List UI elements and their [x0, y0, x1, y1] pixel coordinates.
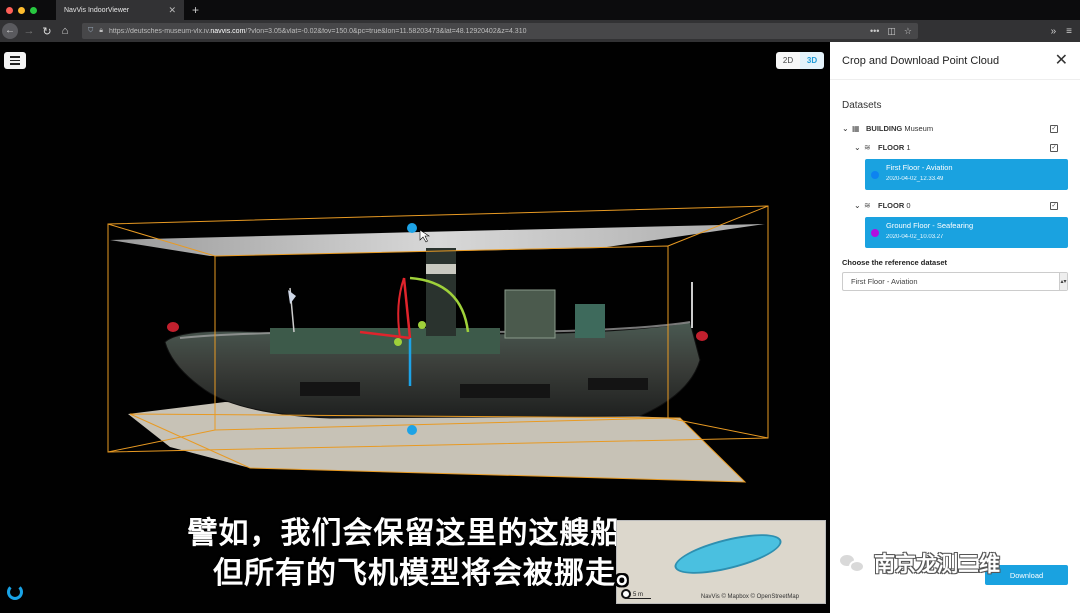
browser-tab-bar: NavVis IndoorViewer ✕ + [0, 0, 1080, 20]
loading-spinner-icon [7, 584, 23, 600]
more-icon[interactable]: ••• [870, 26, 879, 37]
floor-0-checkbox[interactable]: ✓ [1050, 201, 1058, 210]
dataset-card-first-floor[interactable]: First Floor - Aviation 2020-04-02_12.33.… [865, 159, 1068, 190]
reference-dataset-label: Choose the reference dataset [842, 258, 948, 267]
bridge-structure [504, 289, 556, 339]
url-text: https://deutsches-museum-vlx.iv.navvis.c… [108, 27, 527, 35]
building-tag: BUILDING [866, 124, 903, 133]
floor-1-checkbox[interactable]: ✓ [1050, 143, 1058, 152]
wechat-logo-icon [838, 551, 868, 575]
floor-number: 0 [906, 201, 911, 210]
view-mode-toggle: 2D 3D [776, 52, 824, 69]
minimap-attribution: NavVis © Mapbox © OpenStreetMap [700, 594, 799, 600]
window-controls [0, 6, 56, 14]
floor-tag: FLOOR [878, 143, 905, 152]
building-icon: ▦ [852, 124, 860, 133]
overflow-chevron-icon[interactable]: » [1051, 26, 1057, 37]
floor-row-0[interactable]: ⌄ ≋ FLOOR 0 ✓ [830, 196, 1080, 215]
mode-3d-button[interactable]: 3D [800, 52, 824, 69]
hull-windows [300, 382, 360, 396]
floor-number: 1 [906, 143, 911, 152]
crop-download-panel: Crop and Download Point Cloud ✕ Datasets… [830, 42, 1080, 613]
close-tab-icon[interactable]: ✕ [168, 5, 176, 16]
close-window-button[interactable] [6, 6, 13, 14]
lock-icon[interactable]: 🔒︎ [99, 27, 103, 35]
browser-nav-bar: ← → ↻ ⌂ ⛉ 🔒︎ https://deutsches-museum-vl… [0, 20, 1080, 42]
select-arrow-icon[interactable]: ▴▾ [1059, 273, 1067, 290]
forward-arrow-icon[interactable]: → [20, 25, 38, 37]
chevron-down-icon[interactable]: ⌄ [854, 201, 864, 210]
floor-row-1[interactable]: ⌄ ≋ FLOOR 1 ✓ [830, 138, 1080, 157]
reference-dataset-value: First Floor - Aviation [851, 277, 918, 286]
floor-tag: FLOOR [878, 201, 905, 210]
chevron-down-icon[interactable]: ⌄ [854, 143, 864, 152]
dataset-timestamp: 2020-04-02_10.03.27 [886, 234, 944, 240]
panel-header: Crop and Download Point Cloud ✕ [830, 42, 1080, 80]
pocket-icon[interactable]: ◫ [887, 26, 896, 37]
reload-icon[interactable]: ↻ [38, 25, 56, 38]
hull-windows-2 [460, 384, 550, 398]
shield-icon[interactable]: ⛉ [88, 27, 93, 35]
new-tab-icon[interactable]: + [192, 3, 199, 17]
right-handle[interactable] [696, 331, 708, 341]
dataset-color-dot [871, 229, 879, 237]
building-checkbox[interactable]: ✓ [1050, 124, 1058, 133]
hamburger-menu-icon[interactable]: ≡ [1066, 26, 1072, 37]
panel-title: Crop and Download Point Cloud [842, 54, 1000, 67]
home-icon[interactable]: ⌂ [56, 25, 74, 37]
browser-tab[interactable]: NavVis IndoorViewer ✕ [56, 0, 184, 20]
minimize-window-button[interactable] [18, 6, 25, 14]
tab-title: NavVis IndoorViewer [64, 6, 130, 14]
mode-2d-button[interactable]: 2D [776, 52, 800, 69]
dataset-timestamp: 2020-04-02_12.33.49 [886, 176, 944, 182]
funnel-band [426, 264, 456, 274]
dataset-card-ground-floor[interactable]: Ground Floor - Seafearing 2020-04-02_10.… [865, 217, 1068, 248]
dataset-name: First Floor - Aviation [886, 163, 953, 172]
layers-icon: ≋ [864, 201, 871, 210]
url-bar[interactable]: ⛉ 🔒︎ https://deutsches-museum-vlx.iv.nav… [82, 23, 918, 39]
bookmark-star-icon[interactable]: ☆ [904, 26, 912, 37]
minimap-scale: 5 m [625, 592, 651, 599]
watermark: 南京龙测三维 [838, 548, 1000, 578]
stern-cabin [575, 304, 605, 338]
close-panel-icon[interactable]: ✕ [1055, 52, 1068, 69]
deck-house [270, 328, 500, 354]
zoom-window-button[interactable] [30, 6, 37, 14]
dataset-color-dot [871, 171, 879, 179]
building-name: Museum [904, 124, 934, 133]
reference-dataset-select[interactable]: First Floor - Aviation ▴▾ [842, 272, 1068, 291]
left-handle[interactable] [167, 322, 179, 332]
dataset-name: Ground Floor - Seafearing [886, 221, 974, 230]
datasets-heading: Datasets [842, 100, 882, 111]
dataset-tree: ⌄ ▦ BUILDING Museum ✓ ⌄ ≋ FLOOR 1 ✓ Firs… [830, 119, 1080, 248]
subtitle-line-2: 但所有的飞机模型将会被挪走。 [213, 557, 647, 590]
chevron-down-icon[interactable]: ⌄ [842, 124, 852, 133]
hull-windows-3 [588, 378, 648, 390]
watermark-text: 南京龙测三维 [874, 553, 1000, 576]
bottom-handle[interactable] [407, 425, 417, 435]
top-handle[interactable] [407, 223, 417, 233]
layers-icon: ≋ [864, 143, 871, 152]
funnel [426, 248, 456, 336]
back-arrow-icon[interactable]: ← [2, 23, 18, 39]
point-cloud-viewport[interactable]: 2D 3D 譬如，我们会保留这里的这艘船， 5 m NavVis © Mapbo… [0, 42, 830, 613]
building-row[interactable]: ⌄ ▦ BUILDING Museum ✓ [830, 119, 1080, 138]
viewer-menu-button[interactable] [4, 52, 26, 69]
